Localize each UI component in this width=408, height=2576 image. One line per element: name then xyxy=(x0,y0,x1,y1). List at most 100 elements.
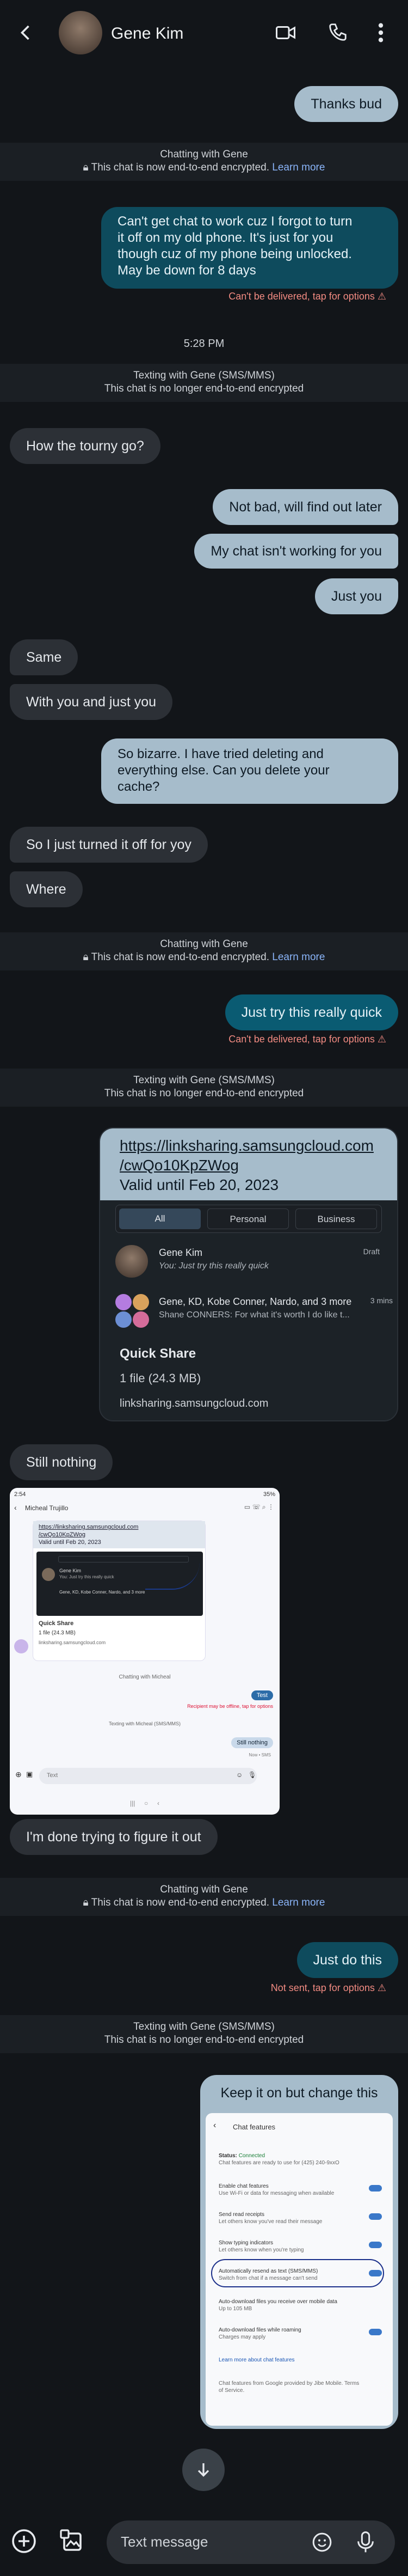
screenshot-image[interactable]: ‹ Chat features Status: Connected Chat f… xyxy=(206,2113,393,2426)
gallery-icon[interactable] xyxy=(59,2528,85,2554)
message-bubble[interactable]: My chat isn't working for you xyxy=(194,534,398,569)
link-card: https://linksharing.samsungcloud.com /cw… xyxy=(33,1521,206,1661)
scroll-down-icon xyxy=(197,2463,209,2477)
group-avatar xyxy=(115,1294,150,1329)
footer-text: Chat features from Google provided by Ji… xyxy=(219,2380,360,2386)
emoji-icon: ☺ xyxy=(236,1771,243,1779)
timestamp: 5:28 PM xyxy=(183,338,225,350)
message-bubble[interactable]: Thanks bud xyxy=(294,86,398,122)
delivery-error[interactable]: Not sent, tap for options ⚠︎ xyxy=(271,1982,386,1994)
status-sub: Chat features are ready to use for (425)… xyxy=(219,2160,339,2166)
message-bubble[interactable]: Just do this xyxy=(296,1942,398,1978)
screenshot-image[interactable]: 2:54 35% ‹ Micheal Trujillo ▭ ☏ ⌕ ⋮ http… xyxy=(10,1488,280,1815)
input-placeholder: Text xyxy=(47,1772,58,1779)
message-bubble[interactable]: Where xyxy=(10,871,83,907)
add-circle-icon: ⊕ xyxy=(15,1770,22,1779)
message-bubble[interactable]: Just you xyxy=(314,578,398,614)
row-time: 3 mins xyxy=(370,1296,393,1305)
setting-title: Auto-download files while roaming xyxy=(219,2327,301,2333)
notice-text: This chat is no longer end-to-end encryp… xyxy=(104,1088,304,1099)
setting-title: Send read receipts xyxy=(219,2212,264,2218)
setting-row: Show typing indicators Let others know w… xyxy=(219,2239,382,2254)
setting-title: Show typing indicators xyxy=(219,2240,274,2246)
notice-text: This chat is now end-to-end encrypted. xyxy=(91,1897,269,1908)
tab-all[interactable]: All xyxy=(119,1208,201,1229)
message-bubble[interactable]: So I just turned it off for yoy xyxy=(10,827,208,863)
toggle-switch xyxy=(369,2242,382,2248)
error-text: Can't be delivered, tap for options xyxy=(228,291,375,302)
link-url[interactable]: /cwQo10KpZWog xyxy=(120,1156,378,1175)
error-text: Not sent, tap for options xyxy=(270,1982,375,1993)
status-time: 2:54 xyxy=(14,1491,26,1498)
more-vert-icon[interactable] xyxy=(376,22,385,44)
setting-sub: Let others know you've read their messag… xyxy=(219,2219,323,2225)
add-circle-icon[interactable] xyxy=(11,2528,37,2554)
delivery-error[interactable]: Can't be delivered, tap for options ⚠︎ xyxy=(228,1034,386,1045)
message-text: Same xyxy=(26,650,62,665)
message-bubble[interactable]: Can't get chat to work cuz I forgot to t… xyxy=(101,207,398,289)
system-notice: Chatting with Gene 🔒︎ This chat is now e… xyxy=(0,932,408,970)
message-bubble[interactable]: Not bad, will find out later xyxy=(213,489,398,525)
delivery-error[interactable]: Can't be delivered, tap for options ⚠︎ xyxy=(228,291,386,302)
link-preview-card[interactable]: https://linksharing.samsungcloud.com /cw… xyxy=(99,1127,398,1421)
status-label: Status: xyxy=(219,2153,237,2159)
message-text: May be down for 8 days xyxy=(118,263,256,278)
system-notice: Chatting with Gene 🔒︎ This chat is now e… xyxy=(0,1878,408,1916)
notice-title: Texting with Gene (SMS/MMS) xyxy=(133,2021,275,2032)
message-bubble[interactable]: Same xyxy=(10,639,78,675)
scroll-down-button[interactable] xyxy=(182,2449,225,2491)
message-with-image[interactable]: Keep it on but change this ‹ Chat featur… xyxy=(200,2075,398,2429)
annotation-circle xyxy=(211,2259,384,2287)
learn-more-link[interactable]: Learn more xyxy=(272,1897,325,1908)
link-url[interactable]: https://linksharing.samsungcloud.com xyxy=(120,1136,378,1156)
notice-text: This chat is now end-to-end encrypted. xyxy=(91,951,269,963)
notice-title: Chatting with Gene xyxy=(160,1884,248,1895)
row-time: Draft xyxy=(363,1247,380,1256)
setting-title: Enable chat features xyxy=(219,2183,269,2189)
notice-title: Chatting with Gene xyxy=(160,938,248,950)
back-arrow-icon: ‹ xyxy=(14,1503,17,1512)
emoji-icon[interactable] xyxy=(311,2531,333,2553)
phone-call-icon[interactable] xyxy=(327,22,348,42)
composer-bar: Text message xyxy=(0,2505,408,2576)
preview-row[interactable]: Gene, KD, Kobe Conner, Nardo, and 3 more… xyxy=(115,1292,393,1330)
message-bubble[interactable]: I'm done trying to figure it out xyxy=(10,1819,218,1855)
back-arrow-icon[interactable] xyxy=(16,23,36,42)
notice-title: Texting with Gene (SMS/MMS) xyxy=(133,1075,275,1086)
message-text: though cuz of my phone being unlocked. xyxy=(118,247,352,261)
system-notice: Texting with Gene (SMS/MMS) This chat is… xyxy=(0,364,408,402)
message-text: Still nothing xyxy=(26,1455,97,1470)
row-title: Gene Kim xyxy=(59,1568,82,1573)
message-bubble[interactable]: Still nothing xyxy=(10,1444,113,1480)
warning-icon: ⚠︎ xyxy=(377,1982,386,1993)
message-bubble[interactable]: With you and just you xyxy=(10,684,173,720)
message-bubble[interactable]: Just try this really quick xyxy=(225,994,398,1030)
link-header[interactable]: https://linksharing.samsungcloud.com /cw… xyxy=(100,1128,397,1200)
page-title: Chat features xyxy=(233,2123,276,2131)
tab-business[interactable]: Business xyxy=(295,1208,377,1229)
message-bubble[interactable]: So bizarre. I have tried deleting and ev… xyxy=(101,738,398,804)
message-bubble[interactable]: How the tourny go? xyxy=(10,428,160,464)
preview-row[interactable]: Gene Kim You: Just try this really quick… xyxy=(115,1243,387,1281)
mic-icon[interactable] xyxy=(355,2530,376,2554)
contact-name[interactable]: Gene Kim xyxy=(111,25,183,43)
toggle-switch xyxy=(369,2213,382,2220)
contact-name: Micheal Trujillo xyxy=(25,1504,69,1512)
system-notice: Texting with Gene (SMS/MMS) This chat is… xyxy=(0,1069,408,1107)
error-text: Recipient may be offline, tap for option… xyxy=(187,1704,273,1709)
message-text: Test xyxy=(251,1690,273,1700)
message-text: My chat isn't working for you xyxy=(211,544,382,559)
message-text: Still nothing xyxy=(231,1737,273,1748)
learn-more-link[interactable]: Learn more xyxy=(272,951,325,963)
video-call-icon[interactable] xyxy=(275,23,296,42)
setting-row: Auto-download files you receive over mob… xyxy=(219,2298,382,2312)
message-input[interactable]: Text message xyxy=(107,2520,395,2564)
learn-more-link[interactable]: Learn more xyxy=(272,162,325,173)
system-notice: Chatting with Gene 🔒︎ This chat is now e… xyxy=(0,143,408,181)
setting-sub: Let others know when you're typing xyxy=(219,2247,304,2253)
notice-title: Chatting with Micheal xyxy=(119,1674,171,1680)
link-valid-until: Valid until Feb 20, 2023 xyxy=(120,1176,279,1193)
tab-personal[interactable]: Personal xyxy=(207,1208,289,1229)
message-meta: Now • SMS xyxy=(249,1753,271,1757)
avatar[interactable] xyxy=(59,11,102,54)
